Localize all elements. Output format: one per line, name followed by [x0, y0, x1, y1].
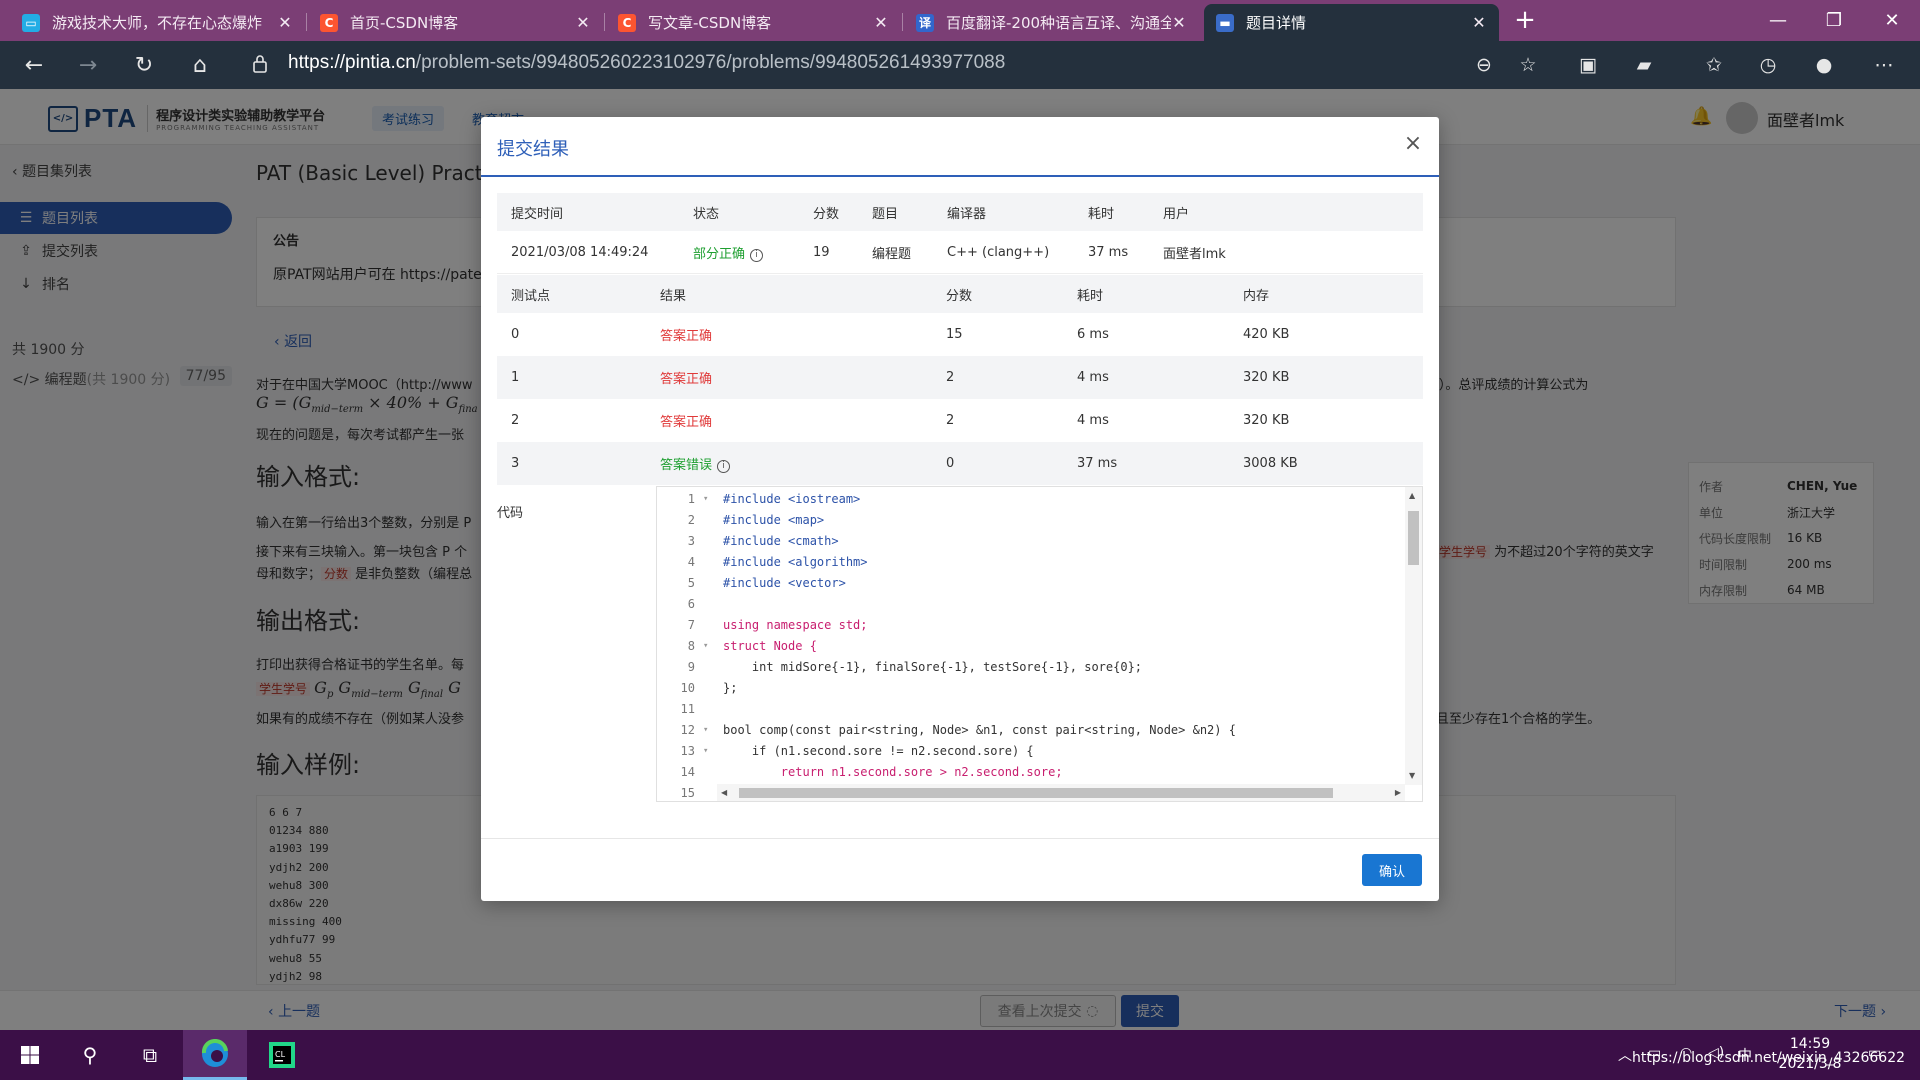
code-line: 11: [680, 702, 695, 716]
minimize-icon[interactable]: —: [1748, 0, 1808, 40]
browser-tab-bar: ▭ 游戏技术大师，不存在心态爆炸 ✕ C 首页-CSDN博客 ✕ C 写文章-C…: [0, 0, 1920, 41]
scroll-left-icon[interactable]: ◀: [721, 788, 727, 797]
add-favorite-icon[interactable]: ☆: [1512, 49, 1544, 81]
testcase-row: 3 答案错误 i 0 37 ms 3008 KB: [497, 442, 1423, 485]
watermark: https://blog.csdn.net/weixin_43266622: [1632, 1050, 1906, 1066]
lock-icon: [253, 55, 267, 73]
tab-close-icon[interactable]: ✕: [277, 13, 293, 32]
tab-title: 题目详情: [1246, 14, 1307, 32]
info-icon[interactable]: i: [717, 460, 731, 473]
scroll-down-icon[interactable]: ▼: [1409, 771, 1415, 780]
tab-title: 百度翻译-200种语言互译、沟通全: [946, 14, 1171, 32]
tab-title: 游戏技术大师，不存在心态爆炸: [52, 14, 263, 32]
translate-icon: 译: [916, 13, 934, 32]
svg-text:CL: CL: [275, 1050, 286, 1059]
bilibili-icon: ▭: [22, 13, 40, 32]
code-line: 3 #include <cmath>: [687, 534, 839, 548]
tab-title: 写文章-CSDN博客: [648, 14, 772, 32]
scrollbar-thumb[interactable]: [1408, 511, 1419, 565]
testcase-row: 2 答案正确 2 4 ms 320 KB: [511, 413, 1290, 430]
tray-expand-icon[interactable]: ︿: [1618, 1045, 1632, 1065]
task-view-icon[interactable]: ⧉: [120, 1030, 180, 1080]
vertical-scrollbar[interactable]: ▲ ▼: [1405, 487, 1422, 785]
browser-tab-active[interactable]: ▬ 题目详情 ✕: [1204, 4, 1499, 41]
refresh-icon[interactable]: ↻: [128, 49, 160, 81]
csdn-icon: C: [618, 13, 636, 32]
code-line: 5 #include <vector>: [687, 576, 846, 590]
url-field[interactable]: https://pintia.cn/problem-sets/994805260…: [288, 52, 1005, 74]
modal-title: 提交结果: [497, 139, 569, 160]
code-line: 4 #include <algorithm>: [687, 555, 868, 569]
history-icon[interactable]: ◷: [1752, 49, 1784, 81]
code-line: 10};: [680, 681, 738, 695]
summary-row: 2021/03/08 14:49:24 部分正确 i 19 编程题 C++ (cl…: [497, 231, 1423, 274]
tab-close-icon[interactable]: ✕: [1471, 13, 1487, 32]
back-icon[interactable]: ←: [18, 49, 50, 81]
summary-header-row: 提交时间 状态 分数 题目 编译器 耗时 用户: [497, 193, 1423, 231]
code-line: 8 ▾ struct Node {: [687, 639, 817, 653]
forward-icon[interactable]: →: [72, 49, 104, 81]
tab-title: 首页-CSDN博客: [350, 14, 459, 32]
pta-icon: ▬: [1216, 13, 1234, 32]
browser-tab[interactable]: ▭ 游戏技术大师，不存在心态爆炸 ✕: [10, 4, 305, 41]
testcase-row: 1 答案正确 2 4 ms 320 KB: [497, 356, 1423, 399]
address-bar-row: ← → ↻ ⌂ https://pintia.cn/problem-sets/9…: [0, 41, 1920, 89]
scrollbar-thumb[interactable]: [739, 788, 1333, 798]
code-line: 1 ▾ #include <iostream>: [687, 492, 861, 506]
code-line: 13 ▾ if (n1.second.sore != n2.second.sore…: [680, 744, 1034, 758]
code-viewer[interactable]: 1 ▾ #include <iostream> 2 #include <map> 3 #…: [656, 486, 1423, 802]
clion-icon[interactable]: CL: [250, 1030, 314, 1080]
close-icon[interactable]: ×: [1401, 131, 1425, 156]
home-icon[interactable]: ⌂: [184, 49, 216, 81]
collections-icon[interactable]: ▣: [1572, 49, 1604, 81]
code-line: 12 ▾ bool comp(const pair<string, Node> &n…: [680, 723, 1236, 737]
code-line: 9 int midSore{-1}, finalSore{-1}, testSo…: [687, 660, 1143, 674]
browser-tab[interactable]: C 首页-CSDN博客 ✕: [308, 4, 603, 41]
testcase-header-row: 测试点 结果 分数 耗时 内存: [497, 275, 1423, 313]
search-icon[interactable]: ⚲: [60, 1030, 120, 1080]
horizontal-scrollbar[interactable]: ◀ ▶: [717, 784, 1405, 801]
scroll-up-icon[interactable]: ▲: [1409, 491, 1415, 500]
tab-close-icon[interactable]: ✕: [575, 13, 591, 32]
code-line: 14 return n1.second.sore > n2.second.sor…: [680, 765, 1063, 779]
extension-icon[interactable]: ▰: [1628, 49, 1660, 81]
submission-result-modal: 提交结果 × 提交时间 状态 分数 题目 编译器 耗时 用户 2021/03/0…: [481, 117, 1439, 901]
code-line: 6: [687, 597, 695, 611]
tab-close-icon[interactable]: ✕: [1171, 13, 1187, 32]
favorites-icon[interactable]: ✩: [1698, 49, 1730, 81]
browser-tab[interactable]: C 写文章-CSDN博客 ✕: [606, 4, 901, 41]
profile-icon[interactable]: ●: [1808, 49, 1840, 81]
info-icon[interactable]: i: [750, 248, 764, 262]
new-tab-icon[interactable]: +: [1510, 6, 1540, 36]
zoom-out-icon[interactable]: ⊖: [1468, 49, 1500, 81]
csdn-icon: C: [320, 13, 338, 32]
confirm-button[interactable]: 确认: [1362, 854, 1422, 886]
tab-close-icon[interactable]: ✕: [873, 13, 889, 32]
restore-icon[interactable]: ❐: [1804, 0, 1864, 40]
testcase-row: 0 答案正确 15 6 ms 420 KB: [511, 327, 1290, 344]
browser-tab[interactable]: 译 百度翻译-200种语言互译、沟通全 ✕: [904, 4, 1199, 41]
scroll-right-icon[interactable]: ▶: [1395, 788, 1401, 797]
more-icon[interactable]: ⋯: [1868, 49, 1900, 81]
windows-start-icon[interactable]: [0, 1030, 60, 1080]
code-line: 7 using namespace std;: [687, 618, 868, 632]
close-window-icon[interactable]: ✕: [1862, 0, 1920, 40]
code-label: 代码: [497, 506, 524, 521]
code-line: 2 #include <map>: [687, 513, 825, 527]
edge-browser-icon[interactable]: [183, 1030, 247, 1080]
